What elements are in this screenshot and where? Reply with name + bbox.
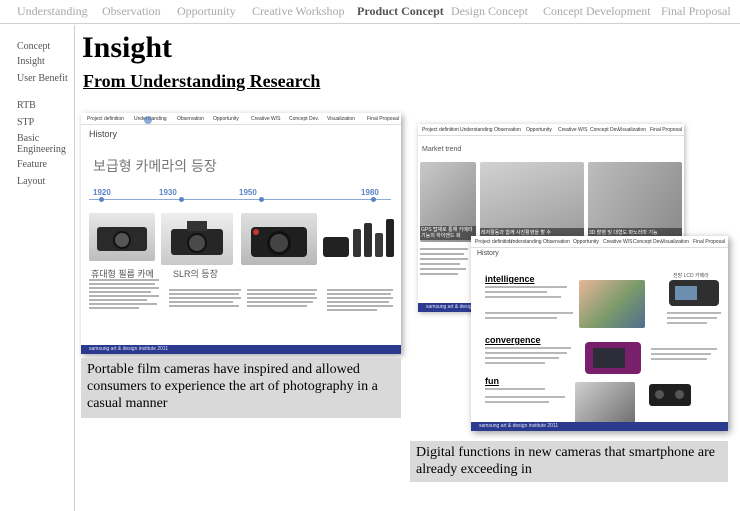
history-body-text xyxy=(89,279,393,339)
timeline-dot-icon xyxy=(371,197,376,202)
slide-nav-item: Opportunity xyxy=(213,116,239,122)
sidenav-user-benefit[interactable]: User Benefit xyxy=(17,73,73,84)
market-label: GPS 탑재로 통해 카메라 기능의 하이엔드 화 xyxy=(420,226,476,240)
market-heading: Market trend xyxy=(422,146,462,153)
progress-dot-icon xyxy=(144,116,152,124)
section-title-fun: fun xyxy=(485,376,499,386)
caption-digital-functions: Digital functions in new cameras that sm… xyxy=(410,441,728,482)
sidenav-basic-engineering[interactable]: Basic Engineering xyxy=(17,133,73,155)
front-lcd-text xyxy=(667,312,723,332)
timeline-line xyxy=(89,199,391,200)
slide-nav-item: Project definition xyxy=(87,116,124,122)
camera-photo-slr-red xyxy=(241,213,317,265)
history2-slide-nav: Project definition Understanding Observa… xyxy=(471,236,728,248)
slide-nav-item: Observation xyxy=(177,116,204,122)
slide-nav-item: Visualization xyxy=(661,239,689,245)
history2-slide: Project definition Understanding Observa… xyxy=(471,236,728,431)
sidenav-concept[interactable]: Concept xyxy=(17,41,73,52)
front-lcd-label: 전방 LCD 카메라 xyxy=(673,273,709,279)
history2-slide-footer: samsung art & design institute 2011 xyxy=(471,422,728,431)
photo-convergence-camera xyxy=(585,342,641,374)
photo-front-lcd-family xyxy=(579,280,645,328)
timeline-year: 1930 xyxy=(159,188,177,197)
sidenav-insight[interactable]: Insight xyxy=(17,56,73,67)
slide-nav-item: Visualization xyxy=(618,127,646,133)
slide-nav-item: Concept Dev. xyxy=(289,116,319,122)
slide-nav-item: Visualization xyxy=(327,116,355,122)
timeline-dot-icon xyxy=(99,197,104,202)
topnav-creative-workshop[interactable]: Creative Workshop xyxy=(252,4,344,19)
timeline-year: 1980 xyxy=(361,188,379,197)
history-heading: History xyxy=(89,129,118,139)
history-slide-nav: Project definition Understanding Observa… xyxy=(81,113,401,125)
slide-nav-item: Creative W/S xyxy=(558,127,588,133)
slide-nav-item: Understanding xyxy=(460,127,493,133)
top-navigation: Understanding Observation Opportunity Cr… xyxy=(0,0,740,24)
market-slide-nav: Project definition Understanding Observa… xyxy=(418,124,684,136)
slide-nav-item: Final Proposal xyxy=(367,116,399,122)
sidenav-stp[interactable]: STP xyxy=(17,117,73,128)
timeline-dot-icon xyxy=(259,197,264,202)
slide-nav-item: Creative W/S xyxy=(603,239,633,245)
intelligence-text xyxy=(485,286,575,326)
page-title: Insight xyxy=(82,31,173,64)
convergence-side-text xyxy=(651,348,721,368)
history-korean-title: 보급형 카메라의 등장 xyxy=(93,158,217,174)
topnav-final-proposal[interactable]: Final Proposal xyxy=(661,4,731,19)
page-subtitle: From Understanding Research xyxy=(83,71,321,91)
slide-nav-item: Observation xyxy=(494,127,521,133)
camera-photo-system xyxy=(321,213,397,265)
slide-nav-item: Opportunity xyxy=(573,239,599,245)
section-title-intelligence: intelligence xyxy=(485,274,535,284)
slide-nav-item: Project definition xyxy=(475,239,512,245)
slide-nav-item: Observation xyxy=(543,239,570,245)
fun-text xyxy=(485,388,575,412)
topnav-opportunity[interactable]: Opportunity xyxy=(177,4,236,19)
photo-3d-camera xyxy=(649,384,691,406)
timeline-dot-icon xyxy=(179,197,184,202)
sidenav-layout[interactable]: Layout xyxy=(17,176,73,187)
slide-nav-item: Final Proposal xyxy=(650,127,682,133)
market-body-text xyxy=(420,248,470,288)
slide-nav-item: Creative W/S xyxy=(251,116,281,122)
sidenav-feature[interactable]: Feature xyxy=(17,159,73,170)
convergence-text xyxy=(485,347,575,375)
caption-portable-film: Portable film cameras have inspired and … xyxy=(81,358,401,418)
slide-nav-item: Concept Dev. xyxy=(590,127,620,133)
history-slide: Project definition Understanding Observa… xyxy=(81,113,401,354)
topnav-understanding[interactable]: Understanding xyxy=(17,4,88,19)
camera-photo-rangefinder xyxy=(89,213,155,261)
slide-nav-item: Opportunity xyxy=(526,127,552,133)
slide-nav-item: Concept Dev. xyxy=(633,239,663,245)
side-navigation: Concept Insight User Benefit RTB STP Bas… xyxy=(0,25,75,511)
topnav-design-concept[interactable]: Design Concept xyxy=(451,4,528,19)
slide-nav-item: Project definition xyxy=(422,127,459,133)
photo-fun-camera xyxy=(575,382,635,424)
camera-photo-slr xyxy=(161,213,233,265)
history-slide-footer: samsung art & design institute 2011 xyxy=(81,345,401,354)
timeline-year: 1920 xyxy=(93,188,111,197)
slide-nav-item: Understanding xyxy=(509,239,542,245)
photo-front-lcd-camera xyxy=(669,280,719,306)
topnav-product-concept[interactable]: Product Concept xyxy=(357,4,444,19)
history2-heading: History xyxy=(477,250,499,257)
topnav-observation[interactable]: Observation xyxy=(102,4,161,19)
section-title-convergence: convergence xyxy=(485,335,541,345)
slide-nav-item: Final Proposal xyxy=(693,239,725,245)
topnav-concept-development[interactable]: Concept Development xyxy=(543,4,651,19)
sidenav-rtb[interactable]: RTB xyxy=(17,100,73,111)
timeline-year: 1950 xyxy=(239,188,257,197)
